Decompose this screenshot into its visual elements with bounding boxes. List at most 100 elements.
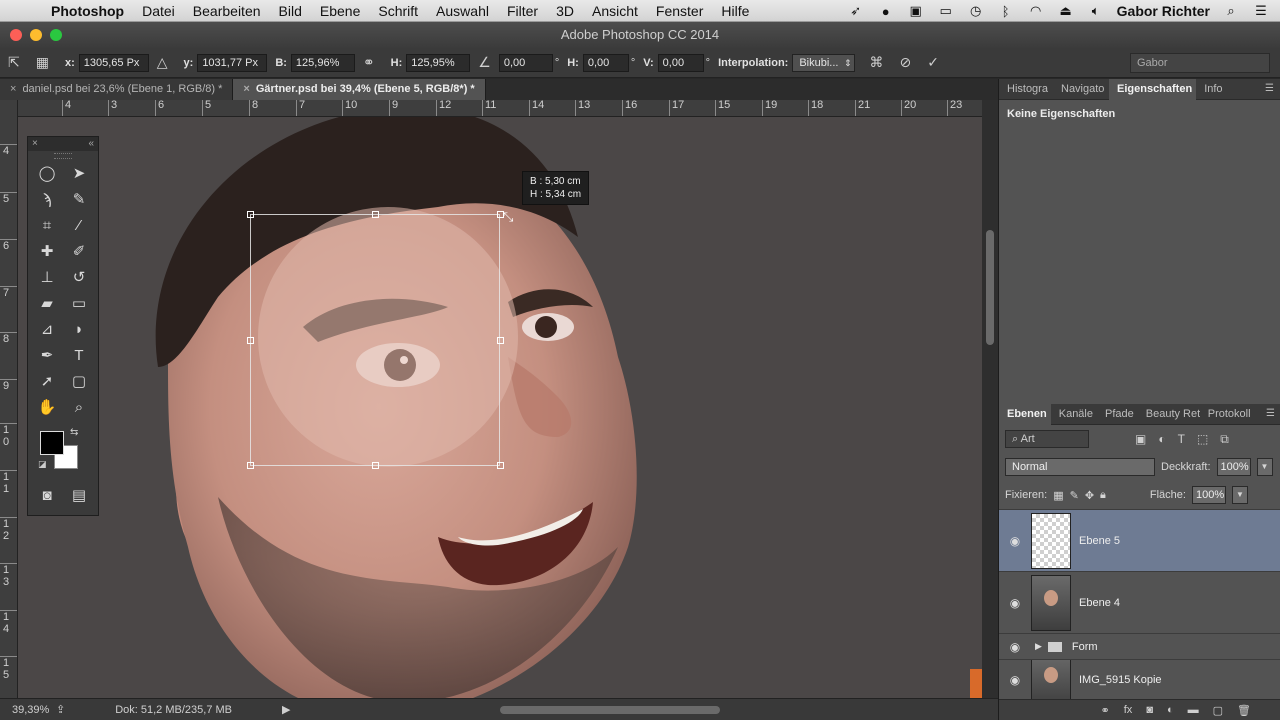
height-scale-input[interactable]: 125,95% bbox=[406, 53, 471, 72]
crop-tool-icon[interactable]: ⌗ bbox=[31, 213, 63, 239]
zoom-level[interactable]: 39,39% bbox=[12, 704, 56, 716]
rectangle-tool-icon[interactable]: ▢ bbox=[63, 369, 95, 395]
blur-tool-icon[interactable]: ⊿ bbox=[31, 317, 63, 343]
menu-filter[interactable]: Filter bbox=[498, 3, 547, 19]
eraser-tool-icon[interactable]: ▰ bbox=[31, 291, 63, 317]
pen-tool-icon[interactable]: ✒ bbox=[31, 343, 63, 369]
transform-handle-t[interactable] bbox=[372, 211, 379, 218]
history-brush-tool-icon[interactable]: ↺ bbox=[63, 265, 95, 291]
fill-dropdown-icon[interactable]: ▼ bbox=[1231, 486, 1248, 504]
airplay-icon[interactable]: ▭ bbox=[937, 3, 955, 19]
menu-fenster[interactable]: Fenster bbox=[647, 3, 712, 19]
menu-bearbeiten[interactable]: Bearbeiten bbox=[184, 3, 270, 19]
tab-paths[interactable]: Pfade bbox=[1097, 404, 1138, 425]
type-tool-icon[interactable]: T bbox=[63, 343, 95, 369]
transform-handle-tl[interactable] bbox=[247, 211, 254, 218]
status-hat-icon[interactable]: ● bbox=[877, 4, 895, 19]
eject-icon[interactable]: ⏏ bbox=[1057, 3, 1075, 19]
menu-auswahl[interactable]: Auswahl bbox=[427, 3, 498, 19]
link-layers-icon[interactable]: ⚭ bbox=[1101, 704, 1110, 717]
swap-colors-icon[interactable]: ⇆ bbox=[70, 427, 78, 438]
horizontal-ruler[interactable]: 4 3 6 5 8 7 10 9 12 11 14 13 16 17 15 19… bbox=[18, 100, 982, 117]
canvas-horizontal-scrollbar[interactable] bbox=[500, 706, 720, 714]
lasso-tool-icon[interactable]: ϡ bbox=[31, 187, 63, 213]
visibility-eye-icon[interactable]: ◉ bbox=[999, 673, 1031, 687]
opacity-dropdown-icon[interactable]: ▼ bbox=[1256, 458, 1273, 476]
layer-style-icon[interactable]: fx bbox=[1124, 704, 1133, 716]
status-display-icon[interactable]: ▣ bbox=[907, 3, 925, 19]
filter-adjustment-icon[interactable]: ◐ bbox=[1158, 432, 1165, 447]
y-input[interactable]: 1031,77 Px bbox=[197, 53, 268, 72]
transform-handle-r[interactable] bbox=[497, 337, 504, 344]
visibility-eye-icon[interactable]: ◉ bbox=[999, 596, 1031, 610]
transform-handle-bl[interactable] bbox=[247, 462, 254, 469]
doc-tab-daniel[interactable]: × daniel.psd bei 23,6% (Ebene 1, RGB/8) * bbox=[0, 79, 234, 100]
filter-shape-icon[interactable]: ⬚ bbox=[1197, 432, 1208, 447]
lock-image-icon[interactable]: ✎ bbox=[1070, 489, 1079, 502]
layer-name[interactable]: Ebene 4 bbox=[1079, 597, 1120, 609]
layer-filter-select[interactable]: ⌕ Art bbox=[1005, 430, 1089, 448]
transform-bounding-box[interactable] bbox=[250, 214, 500, 466]
lock-transparency-icon[interactable]: ▦ bbox=[1053, 489, 1063, 502]
tab-info[interactable]: Info bbox=[1196, 79, 1226, 100]
wifi-icon[interactable]: ◠ bbox=[1027, 3, 1045, 19]
move-tool-icon[interactable]: ➤ bbox=[63, 161, 95, 187]
path-selection-tool-icon[interactable]: ➚ bbox=[31, 369, 63, 395]
minimize-window-button[interactable] bbox=[30, 29, 42, 41]
dodge-tool-icon[interactable]: ◗ bbox=[63, 317, 95, 343]
default-colors-icon[interactable]: ◪ bbox=[38, 459, 47, 470]
reference-point-icon[interactable]: ▦ bbox=[36, 54, 49, 71]
tab-histogram[interactable]: Histogra bbox=[999, 79, 1053, 100]
workspace-select[interactable]: Gabor bbox=[1130, 53, 1270, 73]
document-canvas[interactable] bbox=[18, 117, 982, 698]
ellipse-marquee-tool-icon[interactable]: ◯ bbox=[31, 161, 63, 187]
menu-ansicht[interactable]: Ansicht bbox=[583, 3, 647, 19]
close-window-button[interactable] bbox=[10, 29, 22, 41]
hskew-input[interactable]: 0,00 bbox=[582, 53, 629, 72]
collapse-panel-icon[interactable]: « bbox=[88, 137, 94, 151]
time-machine-icon[interactable]: ◷ bbox=[967, 3, 985, 19]
spotlight-icon[interactable]: ⌕ bbox=[1222, 3, 1240, 19]
gradient-tool-icon[interactable]: ▭ bbox=[63, 291, 95, 317]
scroll-thumb[interactable] bbox=[986, 230, 994, 345]
x-input[interactable]: 1305,65 Px bbox=[78, 53, 149, 72]
canvas-vertical-scrollbar[interactable] bbox=[982, 100, 998, 698]
new-group-icon[interactable]: ▬ bbox=[1188, 704, 1199, 716]
layer-row-ebene-4[interactable]: ◉ Ebene 4 bbox=[999, 571, 1280, 633]
quick-selection-tool-icon[interactable]: ✎ bbox=[63, 187, 95, 213]
layer-row-img-5915-kopie[interactable]: ◉ IMG_5915 Kopie bbox=[999, 659, 1280, 699]
menu-ebene[interactable]: Ebene bbox=[311, 3, 369, 19]
filter-smart-object-icon[interactable]: ⧉ bbox=[1220, 432, 1229, 447]
add-mask-icon[interactable]: ◙ bbox=[1146, 704, 1153, 716]
warp-icon[interactable]: ⌘ bbox=[869, 54, 883, 71]
lock-all-icon[interactable]: 🔒︎ bbox=[1100, 489, 1106, 502]
delete-layer-icon[interactable]: 🗑︎ bbox=[1237, 704, 1251, 717]
doc-tab-gaertner[interactable]: × Gärtner.psd bei 39,4% (Ebene 5, RGB/8*)… bbox=[233, 79, 486, 100]
volume-icon[interactable]: 🔈︎ bbox=[1087, 3, 1105, 19]
panel-grip[interactable] bbox=[54, 153, 72, 159]
close-tab-icon[interactable]: × bbox=[243, 83, 249, 95]
healing-brush-tool-icon[interactable]: ✚ bbox=[31, 239, 63, 265]
move-transform-icon[interactable]: ⇱ bbox=[8, 54, 20, 71]
lock-position-icon[interactable]: ✥ bbox=[1085, 489, 1094, 502]
share-icon[interactable]: ⇪ bbox=[56, 703, 65, 716]
menu-3d[interactable]: 3D bbox=[547, 3, 583, 19]
panel-menu-icon[interactable]: ☰ bbox=[1265, 83, 1274, 94]
zoom-window-button[interactable] bbox=[50, 29, 62, 41]
blend-mode-select[interactable]: Normal bbox=[1005, 458, 1155, 476]
new-layer-icon[interactable]: ▢ bbox=[1213, 704, 1223, 717]
menu-schrift[interactable]: Schrift bbox=[369, 3, 427, 19]
panel-menu-icon[interactable]: ☰ bbox=[1266, 408, 1275, 419]
layer-group-form[interactable]: ◉ ▶ Form bbox=[999, 633, 1280, 659]
opacity-input[interactable]: 100% bbox=[1216, 458, 1251, 476]
visibility-eye-icon[interactable]: ◉ bbox=[999, 640, 1031, 654]
width-scale-input[interactable]: 125,96% bbox=[290, 53, 355, 72]
vertical-ruler[interactable]: 4 5 6 7 8 9 1 0 1 1 1 2 1 3 1 4 1 5 bbox=[0, 100, 18, 698]
user-name[interactable]: Gabor Richter bbox=[1117, 3, 1210, 19]
notifications-icon[interactable]: ☰ bbox=[1252, 3, 1270, 19]
transform-handle-l[interactable] bbox=[247, 337, 254, 344]
cancel-transform-icon[interactable]: ⊘ bbox=[899, 54, 911, 71]
tab-layers[interactable]: Ebenen bbox=[999, 403, 1051, 425]
vskew-input[interactable]: 0,00 bbox=[657, 53, 704, 72]
close-tab-icon[interactable]: × bbox=[10, 83, 16, 95]
